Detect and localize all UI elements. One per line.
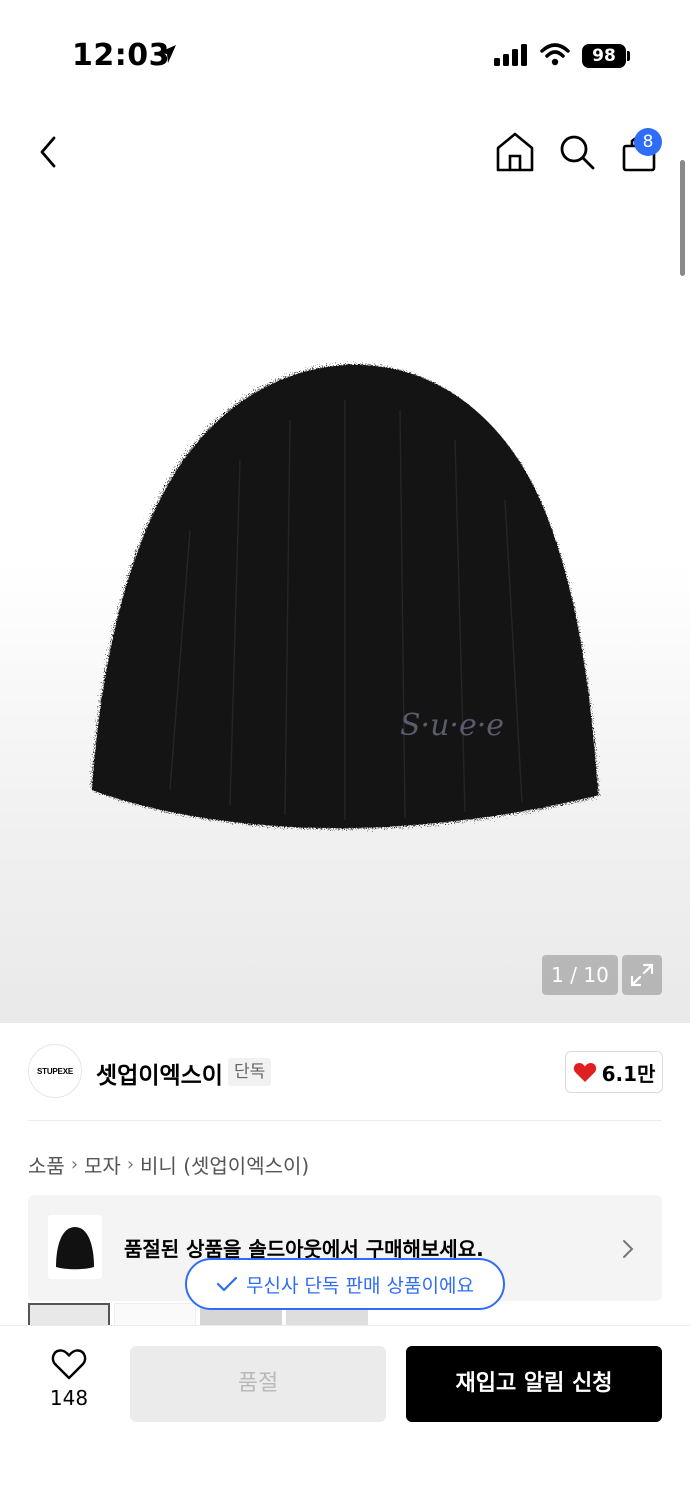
chevron-right-icon: › [70,1154,79,1175]
expand-button[interactable] [622,955,662,995]
breadcrumb: 소품 › 모자 › 비니 (셋업이엑스이) [28,1150,309,1179]
image-counter: 1 / 10 [542,955,618,995]
soldout-button[interactable]: 품절 [130,1346,386,1422]
wishlist-button[interactable]: 148 [38,1348,100,1410]
home-button[interactable] [494,130,536,174]
wifi-icon [540,42,570,70]
breadcrumb-item[interactable]: 비니 (셋업이엑스이) [140,1150,309,1179]
divider [28,1120,662,1121]
restock-alert-button[interactable]: 재입고 알림 신청 [406,1346,662,1422]
product-gallery[interactable]: 12:03 98 8 S·u·e·e 1 / 10 [0,0,690,1023]
exclusive-toast: 무신사 단독 판매 상품이에요 [185,1258,505,1310]
back-button[interactable] [30,130,70,174]
chevron-right-icon: › [126,1154,135,1175]
check-icon [216,1276,238,1292]
battery-icon: 98 [582,44,626,68]
exclusive-tag: 단독 [228,1058,272,1086]
product-image-beanie[interactable]: S·u·e·e [70,350,620,850]
battery-nub [627,51,630,61]
toast-text: 무신사 단독 판매 상품이에요 [246,1274,474,1297]
breadcrumb-item[interactable]: 소품 [28,1150,65,1179]
breadcrumb-item[interactable]: 모자 [84,1150,121,1179]
status-bar: 12:03 98 [0,0,690,110]
thumbnail-item[interactable] [114,1303,196,1325]
brand-like-button[interactable]: 6.1만 [565,1051,663,1093]
home-icon [496,132,534,172]
signal-icon [494,44,528,70]
bottom-action-bar: 148 품절 재입고 알림 신청 [0,1325,690,1500]
brand-logo[interactable]: STUPEXE [28,1044,82,1098]
thumbnail-item[interactable] [28,1303,110,1325]
banner-product-thumbnail [48,1215,102,1279]
location-arrow-icon [155,42,179,70]
cart-count-badge: 8 [634,128,662,156]
brand-name[interactable]: 셋업이엑스이 [96,1056,223,1090]
wishlist-count: 148 [49,1386,89,1410]
beanie-logo-embroidery: S·u·e·e [400,708,504,743]
chevron-left-icon [40,136,56,168]
chevron-right-icon [620,1237,636,1265]
brand-like-count: 6.1만 [601,1061,656,1086]
search-icon [560,135,595,170]
scrollbar[interactable] [680,160,685,276]
expand-icon [630,963,654,987]
heart-outline-icon [51,1349,87,1380]
search-button[interactable] [556,130,598,174]
brand-logo-text: STUPEXE [37,1066,73,1076]
heart-icon [573,1062,596,1082]
